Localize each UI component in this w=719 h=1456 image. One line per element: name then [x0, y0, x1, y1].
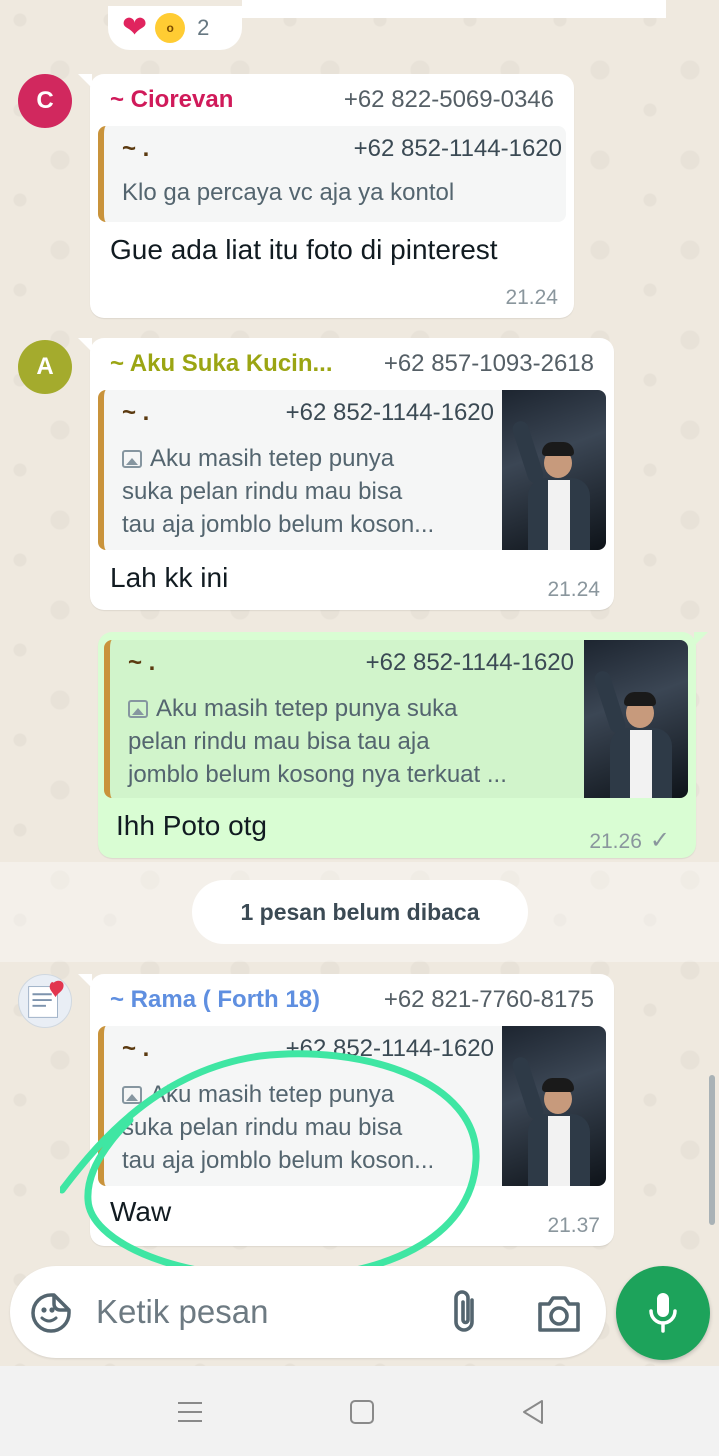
quote-phone: +62 852-1144-1620 [365, 649, 574, 676]
microphone-button[interactable] [616, 1266, 710, 1360]
quote-text: Aku masih tetep punya suka pelan rindu m… [122, 1081, 435, 1174]
previous-bubble-edge [242, 0, 666, 18]
quoted-message[interactable]: ~ . +62 852-1144-1620 Aku masih tetep pu… [104, 640, 688, 798]
quote-text: Aku masih tetep punya suka pelan rindu m… [122, 445, 435, 538]
quote-header: ~ . +62 852-1144-1620 [122, 1034, 494, 1064]
avatar-letter: A [36, 353, 54, 380]
message-bubble[interactable]: ~ Rama ( Forth 18) +62 821-7760-8175 ~ .… [78, 974, 614, 1246]
microphone-icon [649, 1293, 677, 1333]
message-time: 21.26 ✓ [589, 827, 670, 854]
sender-name[interactable]: ~ Ciorevan [110, 86, 233, 114]
system-navigation-bar [0, 1366, 719, 1456]
sender-row: ~ Rama ( Forth 18) +62 821-7760-8175 [110, 984, 594, 1016]
sticker-icon[interactable] [30, 1292, 72, 1334]
quoted-message[interactable]: ~ . +62 852-1144-1620 Klo ga percaya vc … [98, 126, 566, 222]
sender-phone: +62 821-7760-8175 [383, 986, 594, 1013]
check-icon: ✓ [649, 827, 670, 854]
quote-sender: ~ . [122, 399, 150, 426]
camera-icon[interactable] [536, 1292, 582, 1334]
image-icon [122, 1086, 142, 1104]
menu-icon[interactable] [174, 1396, 206, 1428]
sender-name[interactable]: ~ Rama ( Forth 18) [110, 986, 320, 1014]
outgoing-message-bubble[interactable]: ~ . +62 852-1144-1620 Aku masih tetep pu… [98, 632, 708, 858]
sender-row: ~ Aku Suka Kucin... +62 857-1093-2618 [110, 348, 594, 380]
message-text: Lah kk ini [110, 562, 229, 593]
message-text: Ihh Poto otg [116, 810, 268, 841]
sender-phone: +62 857-1093-2618 [383, 350, 594, 377]
quoted-message[interactable]: ~ . +62 852-1144-1620 Aku masih tetep pu… [98, 390, 606, 550]
home-icon[interactable] [346, 1396, 378, 1428]
back-icon[interactable] [518, 1396, 550, 1428]
message-bubble[interactable]: ~ Ciorevan +62 822-5069-0346 ~ . +62 852… [78, 74, 574, 318]
quote-header: ~ . +62 852-1144-1620 [122, 134, 562, 164]
sender-phone: +62 822-5069-0346 [343, 86, 554, 113]
quote-phone: +62 852-1144-1620 [285, 399, 494, 426]
quoted-message[interactable]: ~ . +62 852-1144-1620 Aku masih tetep pu… [98, 1026, 606, 1186]
message-time: 21.24 [505, 286, 558, 309]
message-time: 21.37 [547, 1214, 600, 1237]
wow-reaction-icon: o [155, 13, 186, 43]
reaction-count: 2 [197, 15, 210, 40]
message-text: Waw [110, 1196, 172, 1227]
scrollbar-thumb[interactable] [709, 1075, 715, 1225]
image-icon [122, 450, 142, 468]
heart-reaction-icon: ❤ [122, 11, 148, 44]
image-icon [128, 700, 148, 718]
quote-text: Aku masih tetep punya suka pelan rindu m… [128, 695, 507, 788]
quote-photo-thumbnail[interactable] [584, 640, 688, 798]
quote-header: ~ . +62 852-1144-1620 [122, 398, 494, 428]
message-composer [10, 1266, 606, 1358]
sender-name[interactable]: ~ Aku Suka Kucin... [110, 350, 333, 378]
quote-phone: +62 852-1144-1620 [285, 1035, 494, 1062]
avatar[interactable]: C [18, 74, 72, 128]
avatar[interactable] [18, 974, 72, 1028]
sender-row: ~ Ciorevan +62 822-5069-0346 [110, 84, 554, 116]
quote-phone: +62 852-1144-1620 [353, 135, 562, 162]
quote-sender: ~ . [122, 135, 150, 162]
quote-text: Klo ga percaya vc aja ya kontol [122, 179, 455, 206]
paperclip-icon[interactable] [446, 1288, 486, 1336]
reaction-bar[interactable]: ❤ o 2 [108, 6, 242, 50]
message-time: 21.24 [547, 578, 600, 601]
avatar-letter: C [36, 87, 54, 114]
quote-photo-thumbnail[interactable] [502, 390, 606, 550]
avatar-image-icon [28, 980, 64, 1018]
message-input[interactable] [96, 1288, 416, 1336]
quote-sender: ~ . [122, 1035, 150, 1062]
message-bubble[interactable]: ~ Aku Suka Kucin... +62 857-1093-2618 ~ … [78, 338, 614, 610]
quote-photo-thumbnail[interactable] [502, 1026, 606, 1186]
message-text: Gue ada liat itu foto di pinterest [110, 234, 498, 265]
unread-divider: 1 pesan belum dibaca [192, 880, 528, 944]
quote-header: ~ . +62 852-1144-1620 [128, 648, 574, 678]
quote-sender: ~ . [128, 649, 156, 676]
avatar[interactable]: A [18, 340, 72, 394]
